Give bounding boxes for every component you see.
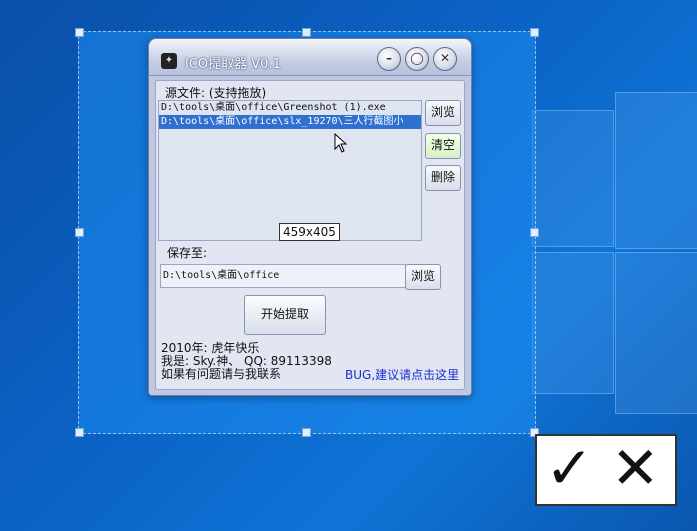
source-file-list[interactable]: D:\tools\桌面\office\Greenshot (1).exe D:\… [158, 100, 422, 241]
desktop-logo-pane [615, 92, 697, 249]
confirm-check-icon[interactable]: ✓ [545, 438, 594, 498]
delete-button[interactable]: 删除 [425, 165, 461, 191]
window-title: ICO提取器 V0.1 [185, 57, 281, 72]
output-label: 保存至: [167, 246, 208, 260]
close-button[interactable]: ✕ [433, 47, 457, 71]
desktop-logo-pane [532, 110, 614, 247]
desktop-logo-pane [615, 252, 697, 414]
capture-toolbar: ✓ ✕ [535, 434, 677, 506]
file-list-item[interactable]: D:\tools\桌面\office\slx_19270\三人行截图小 [159, 115, 421, 129]
source-browse-button[interactable]: 浏览 [425, 100, 461, 126]
cancel-x-icon[interactable]: ✕ [611, 438, 660, 498]
ico-extractor-window: ✦ ICO提取器 V0.1 – ◯ ✕ 源文件: (支持拖放) D:\tools… [148, 38, 472, 396]
output-browse-button[interactable]: 浏览 [405, 264, 441, 290]
output-path-field[interactable]: D:\tools\桌面\office [160, 264, 406, 288]
clear-button[interactable]: 清空 [425, 133, 461, 159]
resize-handle[interactable] [75, 28, 84, 37]
app-icon: ✦ [161, 53, 177, 69]
resize-handle[interactable] [530, 28, 539, 37]
title-bar[interactable]: ✦ ICO提取器 V0.1 – ◯ ✕ [149, 39, 471, 76]
resize-handle[interactable] [530, 228, 539, 237]
start-extract-button[interactable]: 开始提取 [244, 295, 326, 335]
resize-handle[interactable] [302, 428, 311, 437]
maximize-button[interactable]: ◯ [405, 47, 429, 71]
resize-handle[interactable] [75, 228, 84, 237]
info-line-3: 如果有问题请与我联系 [161, 367, 282, 381]
resize-handle[interactable] [75, 428, 84, 437]
minimize-button[interactable]: – [377, 47, 401, 71]
file-list-item[interactable]: D:\tools\桌面\office\Greenshot (1).exe [159, 101, 421, 115]
selection-size-tooltip: 459x405 [279, 223, 340, 241]
mouse-cursor-icon [334, 133, 348, 153]
source-label: 源文件: (支持拖放) [165, 86, 267, 100]
resize-handle[interactable] [302, 28, 311, 37]
feedback-link[interactable]: BUG,建议请点击这里 [345, 366, 459, 383]
desktop-logo-pane [532, 252, 614, 394]
